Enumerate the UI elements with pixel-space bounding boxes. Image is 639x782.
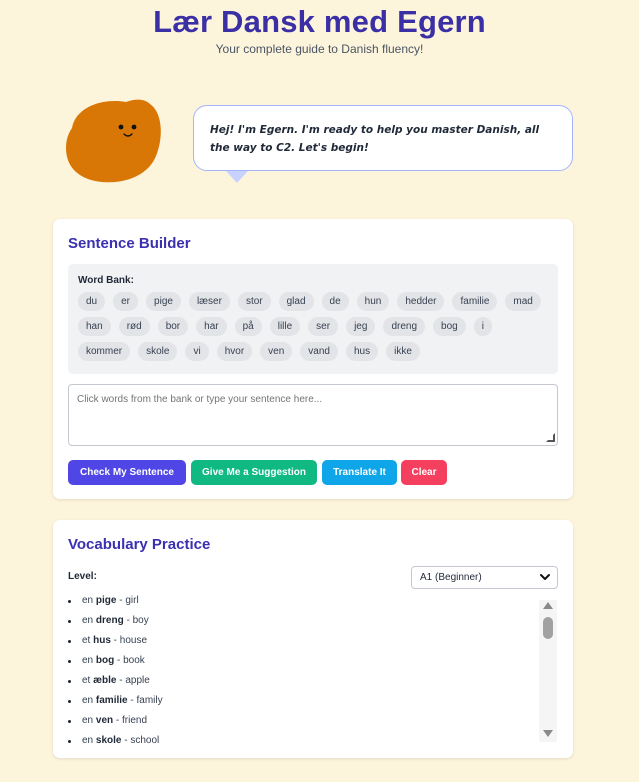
word-bank: Word Bank: du er pige læser stor glad de hun hed… [68, 264, 558, 374]
vocabulary-word: æble [93, 675, 117, 686]
page-title: Lær Dansk med Egern [153, 4, 486, 39]
word-chip[interactable]: er [113, 292, 139, 311]
sentence-input[interactable] [68, 384, 558, 446]
word-chip[interactable]: bor [157, 317, 189, 336]
word-chip[interactable]: glad [278, 292, 314, 311]
vocabulary-meaning: apple [125, 675, 150, 686]
vocabulary-article: en [82, 715, 94, 726]
word-chip[interactable]: har [196, 317, 227, 336]
vocabulary-item: et æble - apple [68, 674, 558, 694]
word-chip[interactable]: læser [188, 292, 230, 311]
word-chip[interactable]: ikke [386, 342, 420, 361]
level-label: Level: [68, 571, 97, 582]
word-chip[interactable]: på [234, 317, 262, 336]
vocabulary-word: ven [95, 715, 114, 726]
scroll-down-arrow-icon[interactable] [542, 729, 554, 739]
check-sentence-button[interactable]: Check My Sentence [68, 460, 186, 485]
suggestion-button[interactable]: Give Me a Suggestion [191, 460, 317, 485]
word-chip[interactable]: hus [345, 342, 379, 361]
vocabulary-item: en bog - book [68, 654, 558, 674]
vocabulary-article: et [82, 675, 91, 686]
vocabulary-article: en [82, 655, 94, 666]
word-chip[interactable]: jeg [346, 317, 376, 336]
vocabulary-scrollbar[interactable] [539, 600, 557, 742]
word-chip[interactable]: stor [237, 292, 271, 311]
scroll-up-arrow-icon[interactable] [542, 600, 554, 610]
word-chip[interactable]: ser [308, 317, 339, 336]
word-chip[interactable]: vand [300, 342, 338, 361]
vocabulary-article: en [82, 615, 94, 626]
vocabulary-list: en pige - girl en dreng - boy et hus - hou… [68, 594, 558, 746]
vocabulary-item: en pige - girl [68, 594, 558, 614]
word-chip[interactable]: kommer [78, 342, 131, 361]
word-chip[interactable]: i [473, 317, 492, 336]
clear-button[interactable]: Clear [401, 460, 447, 485]
sentence-builder-card: Sentence Builder Word Bank: du er pige læse… [53, 219, 573, 499]
word-chip[interactable]: de [321, 292, 349, 311]
vocabulary-title: Vocabulary Practice [68, 536, 211, 553]
level-select-value: A1 (Beginner) [420, 572, 482, 583]
word-chip[interactable]: vi [185, 342, 209, 361]
vocabulary-meaning: boy [132, 615, 149, 626]
sentence-builder-title: Sentence Builder [68, 235, 191, 252]
page-subtitle: Your complete guide to Danish fluency! [215, 42, 424, 56]
word-chip[interactable]: du [78, 292, 106, 311]
vocabulary-meaning: family [136, 695, 163, 706]
word-chip[interactable]: han [78, 317, 111, 336]
vocabulary-word: familie [95, 695, 128, 706]
vocabulary-article: et [82, 635, 91, 646]
word-chip[interactable]: hedder [397, 292, 445, 311]
level-select[interactable]: A1 (Beginner) [411, 566, 558, 589]
translate-button[interactable]: Translate It [322, 460, 397, 485]
vocabulary-item: et hus - house [68, 634, 558, 654]
word-chip[interactable]: dreng [383, 317, 426, 336]
vocabulary-word: dreng [95, 615, 124, 626]
word-chip[interactable]: hvor [216, 342, 253, 361]
speech-bubble-tail [226, 171, 248, 183]
word-chip[interactable]: skole [138, 342, 178, 361]
word-chip[interactable]: mad [505, 292, 541, 311]
word-chip[interactable]: familie [452, 292, 498, 311]
vocabulary-meaning: book [123, 655, 145, 666]
vocabulary-item: en dreng - boy [68, 614, 558, 634]
vocabulary-item: en familie - family [68, 694, 558, 714]
squirrel-mascot-icon [66, 99, 161, 183]
vocabulary-card: Vocabulary Practice Level: A1 (Beginner)… [53, 520, 573, 758]
vocabulary-word: hus [93, 635, 111, 646]
vocabulary-item: en skole - school [68, 734, 558, 746]
word-chip[interactable]: ven [260, 342, 293, 361]
word-chip[interactable]: pige [146, 292, 181, 311]
vocabulary-word: skole [95, 735, 122, 746]
word-chip[interactable]: hun [356, 292, 390, 311]
word-chip[interactable]: bog [433, 317, 466, 336]
word-chip-list: du er pige læser stor glad de hun hedder familie m… [78, 292, 548, 361]
vocabulary-meaning: school [130, 735, 160, 746]
vocabulary-item: en ven - friend [68, 714, 558, 734]
vocabulary-list-container[interactable]: en pige - girl en dreng - boy et hus - hou… [68, 594, 558, 746]
vocabulary-meaning: friend [122, 715, 148, 726]
vocabulary-article: en [82, 735, 94, 746]
vocabulary-meaning: house [119, 635, 148, 646]
word-chip[interactable]: rød [118, 317, 150, 336]
word-chip[interactable]: lille [269, 317, 301, 336]
vocabulary-word: pige [95, 595, 117, 606]
speech-bubble: Hej! I'm Egern. I'm ready to help you ma… [193, 105, 573, 171]
word-bank-label: Word Bank: [78, 275, 134, 286]
vocabulary-word: bog [95, 655, 115, 666]
chevron-down-icon [540, 574, 550, 580]
vocabulary-article: en [82, 695, 94, 706]
vocabulary-meaning: girl [125, 595, 139, 606]
scrollbar-thumb[interactable] [543, 617, 553, 639]
vocabulary-article: en [82, 595, 94, 606]
